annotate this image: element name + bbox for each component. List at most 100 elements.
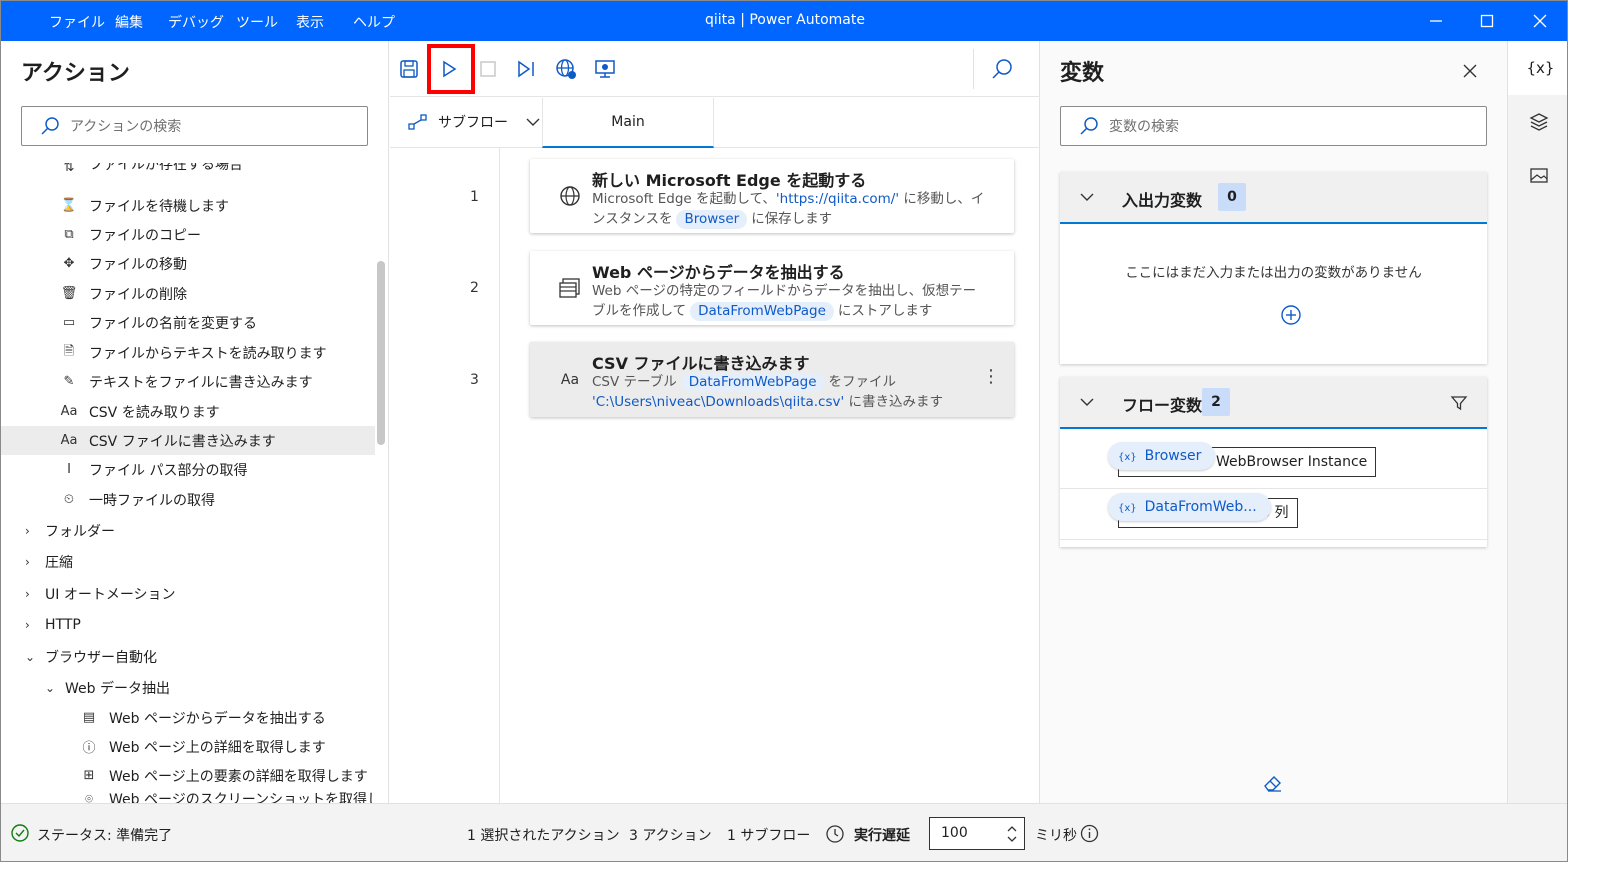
spinner-icon[interactable]: [1006, 824, 1018, 844]
run-next-action-button[interactable]: [512, 55, 540, 83]
actions-scrollbar[interactable]: [377, 261, 385, 445]
minimize-button[interactable]: [1411, 1, 1461, 41]
flow-variable-row[interactable]: 30 行, 3 列 {x}DataFromWeb...: [1060, 488, 1487, 540]
images-rail-button[interactable]: [1508, 149, 1567, 203]
variable-pill: DataFromWebPage: [680, 373, 825, 392]
action-item[interactable]: 🗎 ファイルからテキストを読み取ります: [1, 338, 375, 367]
category-label: フォルダー: [45, 523, 115, 540]
menu-debug[interactable]: デバッグ: [168, 12, 224, 32]
action-item[interactable]: ✎ テキストをファイルに書き込みます: [1, 367, 375, 396]
stop-button[interactable]: [474, 55, 502, 83]
actions-search-input[interactable]: アクションの検索: [21, 106, 368, 146]
close-icon: [1533, 14, 1547, 28]
count-badge: 2: [1202, 388, 1230, 416]
stop-icon: [480, 61, 496, 77]
category-compression[interactable]: › 圧縮: [1, 547, 375, 576]
chevron-right-icon: ›: [25, 617, 30, 632]
file-exists-icon: ⇅: [63, 163, 75, 175]
ui-elements-rail-button[interactable]: [1508, 95, 1567, 149]
action-item[interactable]: ✥ ファイルの移動: [1, 249, 375, 278]
menu-help[interactable]: ヘルプ: [353, 12, 395, 32]
run-delay-input[interactable]: 100: [929, 817, 1025, 850]
action-item[interactable]: ⇅ ファイルが存在する場合: [1, 163, 375, 183]
more-options-icon[interactable]: ⋮: [982, 366, 1000, 387]
actions-count: 3 アクション: [629, 828, 712, 844]
desktop-recorder-button[interactable]: [591, 55, 619, 83]
variable-icon: {x}: [1118, 452, 1137, 463]
flow-variable-row[interactable]: WebBrowser Instance {x} Browser: [1060, 437, 1487, 489]
side-rail: {x}: [1507, 41, 1567, 803]
desc-text: をファイル: [828, 374, 897, 390]
close-panel-button[interactable]: [1462, 63, 1478, 83]
category-http[interactable]: › HTTP: [1, 610, 375, 639]
subflow-label: サブフロー: [438, 115, 508, 131]
action-item[interactable]: ⌛ ファイルを待機します: [1, 191, 375, 220]
action-item-label: ファイルを待機します: [89, 198, 229, 215]
chevron-down-icon: ⌄: [25, 649, 36, 664]
action-item[interactable]: ⧉ ファイルのコピー: [1, 220, 375, 249]
action-item[interactable]: I ファイル パス部分の取得: [1, 455, 375, 484]
flow-variables-header[interactable]: フロー変数 2: [1060, 377, 1487, 429]
menu-tools[interactable]: ツール: [236, 12, 278, 32]
action-item[interactable]: ⏲ 一時ファイルの取得: [1, 485, 375, 514]
close-window-button[interactable]: [1515, 1, 1565, 41]
flow-step-write-csv[interactable]: Aa CSV ファイルに書き込みます CSV テーブル DataFromWebPa…: [530, 342, 1014, 417]
action-item-label: ファイルの削除: [89, 286, 187, 303]
action-item[interactable]: Aa CSV を読み取ります: [1, 397, 375, 426]
subflows-dropdown[interactable]: サブフロー: [408, 112, 540, 132]
maximize-button[interactable]: [1462, 1, 1512, 41]
screenshot-icon: ⌾: [85, 791, 93, 804]
action-item[interactable]: ▤ Web ページからデータを抽出する: [1, 703, 375, 732]
search-icon: [1080, 117, 1098, 135]
action-item[interactable]: ▭ ファイルの名前を変更する: [1, 308, 375, 337]
action-item[interactable]: 🗑 ファイルの削除: [1, 279, 375, 308]
variables-rail-button[interactable]: {x}: [1508, 41, 1567, 95]
filter-icon[interactable]: [1450, 394, 1468, 412]
menu-view[interactable]: 表示: [296, 12, 324, 32]
eraser-icon: [1264, 776, 1281, 792]
add-variable-button[interactable]: [1280, 304, 1302, 330]
subflow-tabs: サブフロー Main: [390, 98, 1040, 148]
clear-button[interactable]: [1262, 772, 1284, 798]
action-item-label: CSV を読み取ります: [89, 404, 220, 421]
category-ui-automation[interactable]: › UI オートメーション: [1, 579, 375, 608]
tab-main[interactable]: Main: [542, 98, 714, 148]
run-delay-label: 実行遅延: [854, 828, 910, 844]
action-item[interactable]: ⌾ Web ページのスクリーンショットを取得します: [1, 791, 375, 804]
actions-heading: アクション: [21, 61, 130, 86]
action-item[interactable]: ⊞ Web ページ上の要素の詳細を取得します: [1, 761, 375, 790]
menu-edit[interactable]: 編集: [115, 12, 143, 32]
status-bar: ステータス: 準備完了 1 選択されたアクション 3 アクション 1 サブフロー…: [1, 803, 1567, 861]
search-placeholder: アクションの検索: [70, 119, 182, 135]
io-variables-header[interactable]: 入出力変数 0: [1060, 172, 1487, 224]
url-link: 'https://qiita.com/': [775, 191, 900, 207]
web-recorder-button[interactable]: [552, 55, 580, 83]
subcategory-web-data-extraction[interactable]: ⌄ Web データ抽出: [1, 673, 375, 702]
category-browser-automation[interactable]: ⌄ ブラウザー自動化: [1, 642, 375, 671]
save-button[interactable]: [395, 55, 423, 83]
flow-step-extract-data[interactable]: Web ページからデータを抽出する Web ページの特定のフィールドからデータを…: [530, 251, 1014, 325]
status-text: ステータス: 準備完了: [37, 828, 173, 844]
flow-step-launch-edge[interactable]: 新しい Microsoft Edge を起動する Microsoft Edge …: [530, 159, 1014, 233]
menu-file[interactable]: ファイル: [49, 12, 105, 32]
run-delay-value: 100: [941, 825, 968, 841]
section-title: 入出力変数: [1122, 191, 1203, 210]
search-flow-button[interactable]: [988, 55, 1016, 83]
info-icon[interactable]: [1080, 824, 1099, 843]
subflows-count: 1 サブフロー: [727, 828, 811, 844]
action-item-label: ファイルの名前を変更する: [89, 315, 257, 332]
variables-search-input[interactable]: 変数の検索: [1060, 106, 1487, 146]
line-number: 2: [470, 280, 479, 296]
action-item[interactable]: ⓘ Web ページ上の詳細を取得します: [1, 732, 375, 761]
minimize-icon: [1430, 20, 1442, 22]
section-title: フロー変数: [1122, 396, 1203, 415]
empty-message: ここにはまだ入力または出力の変数がありません: [1125, 265, 1422, 281]
category-folder[interactable]: › フォルダー: [1, 516, 375, 545]
action-item-label: Web ページのスクリーンショットを取得します: [109, 792, 375, 803]
variable-name-pill[interactable]: {x} DataFromWeb...: [1108, 493, 1271, 521]
action-item-selected[interactable]: Aa CSV ファイルに書き込みます: [1, 426, 375, 455]
variable-name: DataFromWeb...: [1144, 499, 1257, 515]
variable-name-pill[interactable]: {x} Browser: [1108, 442, 1216, 470]
variables-icon: {x}: [1526, 59, 1555, 77]
desc-text: に書き込みます: [844, 394, 943, 410]
